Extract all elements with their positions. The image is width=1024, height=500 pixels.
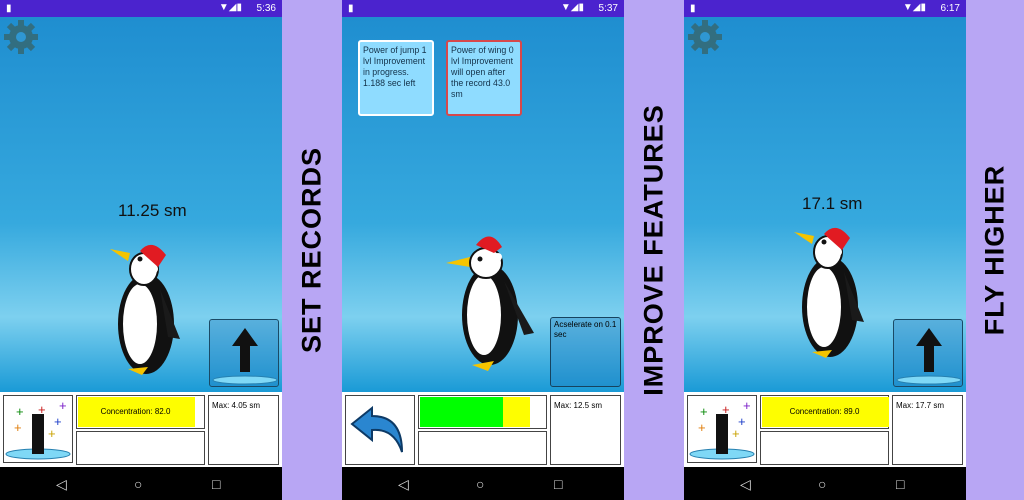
jump-icon-tile[interactable]: + + + + + +: [687, 395, 757, 463]
navigation-bar: ◁ ○ □: [684, 467, 966, 500]
svg-text:+: +: [743, 398, 751, 413]
control-panel: + + + + + + Concentration: 82.0 Max: 4.0…: [0, 392, 282, 467]
navigation-bar: ◁ ○ □: [0, 467, 282, 500]
back-icon[interactable]: ◁: [398, 476, 409, 493]
gear-icon[interactable]: [687, 19, 723, 55]
phone-screen-3: ▮ ▼◢▮ 6:17 17.1 sm + + + + + + Concentra…: [684, 0, 966, 500]
max-label: Max: 17.7 sm: [896, 401, 945, 410]
game-area: 11.25 sm: [0, 17, 282, 392]
sim-icon: ▮: [6, 3, 12, 14]
back-button[interactable]: [345, 395, 415, 465]
recent-icon[interactable]: □: [896, 476, 904, 492]
caption-fly-higher: FLY HIGHER: [966, 0, 1024, 500]
gear-icon[interactable]: [3, 19, 39, 55]
max-label: Max: 12.5 sm: [554, 401, 603, 410]
empty-slot: [418, 431, 547, 465]
concentration-label: Concentration: 89.0: [789, 407, 860, 416]
sim-icon: ▮: [348, 3, 354, 14]
svg-text:+: +: [698, 420, 706, 435]
max-panel: Max: 4.05 sm: [208, 395, 279, 465]
upgrade-jump-text: Power of jump 1 lvl Improvement in progr…: [363, 45, 427, 88]
caption-text: IMPROVE FEATURES: [638, 104, 669, 396]
back-icon[interactable]: ◁: [740, 476, 751, 493]
penguin: [792, 222, 872, 367]
sim-icon: ▮: [690, 3, 696, 14]
home-icon[interactable]: ○: [476, 476, 484, 492]
status-time: 5:37: [598, 3, 618, 14]
svg-text:+: +: [14, 420, 22, 435]
power-plus-icon: + + + + + +: [5, 398, 71, 460]
network-icons: ▼◢▮: [218, 2, 242, 13]
game-area: 17.1 sm: [684, 17, 966, 392]
max-panel: Max: 17.7 sm: [892, 395, 963, 465]
svg-text:+: +: [59, 398, 67, 413]
arrow-up-icon: [896, 328, 962, 385]
upgrade-wing-card[interactable]: Power of wing 0 lvl Improvement will ope…: [446, 40, 522, 116]
upgrade-jump-card[interactable]: Power of jump 1 lvl Improvement in progr…: [358, 40, 434, 116]
recent-icon[interactable]: □: [212, 476, 220, 492]
max-panel: Max: 12.5 sm: [550, 395, 621, 465]
status-bar: ▮ ▼◢▮ 5:37: [342, 0, 624, 17]
progress-panel: [418, 395, 547, 429]
power-plus-icon: + + + + + +: [689, 398, 755, 460]
caption-set-records: SET RECORDS: [282, 0, 342, 500]
caption-text: FLY HIGHER: [979, 164, 1010, 336]
status-bar: ▮ ▼◢▮ 5:36: [0, 0, 282, 17]
concentration-panel: Concentration: 82.0: [76, 395, 205, 429]
distance-label: 11.25 sm: [118, 201, 187, 220]
svg-text:+: +: [38, 402, 46, 417]
empty-slot: [76, 431, 205, 465]
game-area: Power of jump 1 lvl Improvement in progr…: [342, 17, 624, 392]
upgrade-wing-text: Power of wing 0 lvl Improvement will ope…: [451, 45, 514, 99]
caption-text: SET RECORDS: [296, 146, 327, 354]
accelerate-label: Acselerate on 0.1 sec: [554, 320, 617, 339]
svg-text:+: +: [732, 426, 740, 441]
concentration-panel: Concentration: 89.0: [760, 395, 889, 429]
max-label: Max: 4.05 sm: [212, 401, 261, 410]
progress-fill: [420, 397, 503, 427]
network-icons: ▼◢▮: [902, 2, 926, 13]
svg-text:+: +: [700, 404, 708, 419]
undo-arrow-icon: [350, 405, 403, 453]
jump-button[interactable]: [209, 319, 279, 387]
phone-screen-2: ▮ ▼◢▮ 5:37 Power of jump 1 lvl Improveme…: [342, 0, 624, 500]
control-panel: + + + + + + Concentration: 89.0 Max: 17.…: [684, 392, 966, 467]
status-bar: ▮ ▼◢▮ 6:17: [684, 0, 966, 17]
penguin: [446, 223, 536, 380]
svg-text:+: +: [16, 404, 24, 419]
phone-screen-1: ▮ ▼◢▮ 5:36 11.25 sm + + + + + + Concentr…: [0, 0, 282, 500]
navigation-bar: ◁ ○ □: [342, 467, 624, 500]
penguin: [108, 239, 188, 384]
empty-slot: [760, 431, 889, 465]
recent-icon[interactable]: □: [554, 476, 562, 492]
svg-text:+: +: [722, 402, 730, 417]
svg-text:+: +: [48, 426, 56, 441]
jump-button[interactable]: [893, 319, 963, 387]
home-icon[interactable]: ○: [818, 476, 826, 492]
caption-improve-features: IMPROVE FEATURES: [624, 0, 684, 500]
back-icon[interactable]: ◁: [56, 476, 67, 493]
network-icons: ▼◢▮: [560, 2, 584, 13]
status-time: 6:17: [940, 3, 960, 14]
distance-label: 17.1 sm: [802, 194, 863, 213]
concentration-label: Concentration: 82.0: [100, 407, 171, 416]
jump-icon-tile[interactable]: + + + + + +: [3, 395, 73, 463]
status-time: 5:36: [256, 3, 276, 14]
arrow-up-icon: [212, 328, 278, 385]
accelerate-button[interactable]: Acselerate on 0.1 sec: [550, 317, 621, 387]
control-panel: Max: 12.5 sm: [342, 392, 624, 467]
home-icon[interactable]: ○: [134, 476, 142, 492]
